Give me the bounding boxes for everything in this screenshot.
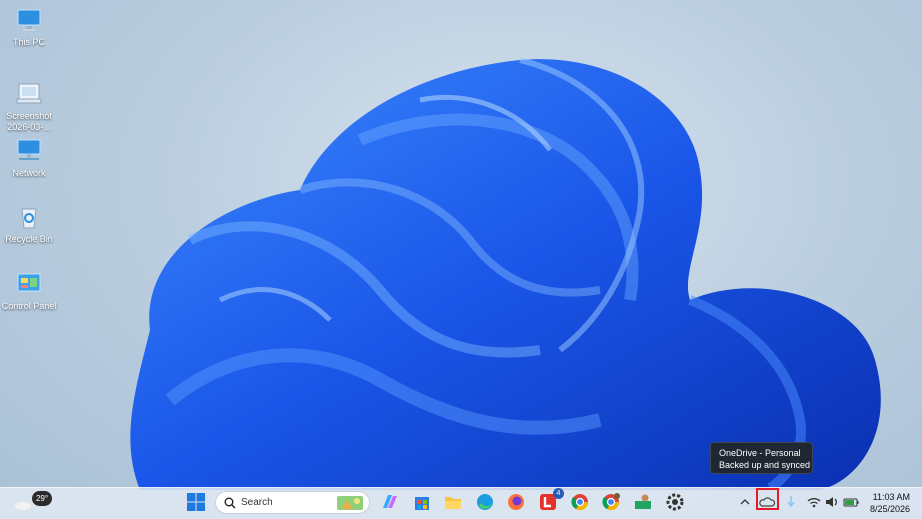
network-icon — [15, 137, 43, 165]
volume-button[interactable] — [824, 492, 840, 514]
search-placeholder: Search — [241, 497, 273, 508]
screenshot-file-icon — [15, 80, 43, 108]
person-app-icon — [635, 494, 651, 509]
clock-time: 11:03 AM — [872, 492, 910, 502]
chrome-profile-button[interactable] — [601, 492, 623, 514]
clock[interactable]: 11:03 AM 8/25/2026 — [864, 491, 910, 515]
recycle-bin-icon — [15, 203, 43, 231]
control-panel-icon — [15, 270, 43, 298]
chrome-button[interactable] — [570, 492, 592, 514]
taskbar: 29° Search 4 11:03 AM 8/25/2026 — [0, 487, 922, 519]
onedrive-tooltip: OneDrive - Personal Backed up and synced — [710, 442, 813, 474]
windows-icon — [187, 493, 205, 511]
desktop-icon-network[interactable]: Network — [0, 137, 58, 179]
battery-charging-icon — [843, 498, 859, 507]
firefox-button[interactable] — [506, 492, 528, 514]
desktop-icon-label: Screenshot 2026-03-... — [6, 111, 52, 132]
store-icon — [415, 497, 429, 510]
desktop-icon-recycle-bin[interactable]: Recycle Bin — [0, 203, 58, 245]
settings-icon — [666, 493, 684, 511]
search-highlight-icon — [337, 496, 363, 510]
search-icon — [224, 497, 236, 509]
wifi-icon — [807, 498, 821, 508]
folder-icon — [445, 497, 461, 509]
desktop-icon-this-pc[interactable]: This PC — [0, 6, 58, 48]
notification-badge: 4 — [553, 488, 564, 499]
desktop-icon-screenshot[interactable]: Screenshot 2026-03-... — [0, 80, 58, 133]
tooltip-title: OneDrive - Personal — [719, 448, 801, 458]
tray-app-button[interactable] — [784, 492, 798, 514]
firefox-icon — [508, 494, 524, 510]
l-app-button[interactable]: 4 — [538, 488, 564, 514]
weather-temp: 29° — [32, 491, 52, 506]
wallpaper-bloom — [130, 57, 881, 493]
chrome-icon — [571, 494, 589, 511]
chevron-up-icon — [740, 499, 750, 505]
show-hidden-icons-button[interactable] — [738, 492, 752, 514]
speaker-icon — [826, 497, 837, 507]
edge-icon — [477, 494, 493, 510]
weather-widget[interactable]: 29° — [14, 491, 52, 513]
desktop-icon-label: Control Panel — [1, 301, 57, 311]
store-button[interactable] — [412, 492, 434, 514]
copilot-button[interactable] — [380, 492, 402, 514]
pin-icon — [787, 496, 795, 508]
onedrive-highlight-box — [756, 488, 779, 510]
wifi-button[interactable] — [806, 492, 822, 514]
chrome-profile-icon — [602, 493, 620, 511]
settings-button[interactable] — [665, 492, 687, 514]
start-button[interactable] — [186, 492, 208, 514]
desktop-icon-label: This PC — [12, 37, 45, 47]
clock-date: 8/25/2026 — [869, 504, 910, 514]
person-app-button[interactable] — [633, 492, 655, 514]
desktop-icon-control-panel[interactable]: Control Panel — [0, 270, 58, 312]
battery-button[interactable] — [842, 492, 860, 514]
taskbar-search-box[interactable]: Search — [215, 491, 370, 514]
file-explorer-button[interactable] — [443, 492, 465, 514]
cloud-icon — [15, 502, 31, 510]
tooltip-status: Backed up and synced — [719, 460, 811, 470]
desktop-icon-label: Network — [12, 168, 46, 178]
desktop-icon-label: Recycle Bin — [5, 234, 53, 244]
edge-button[interactable] — [475, 492, 497, 514]
monitor-icon — [15, 6, 43, 34]
copilot-icon — [383, 495, 397, 508]
